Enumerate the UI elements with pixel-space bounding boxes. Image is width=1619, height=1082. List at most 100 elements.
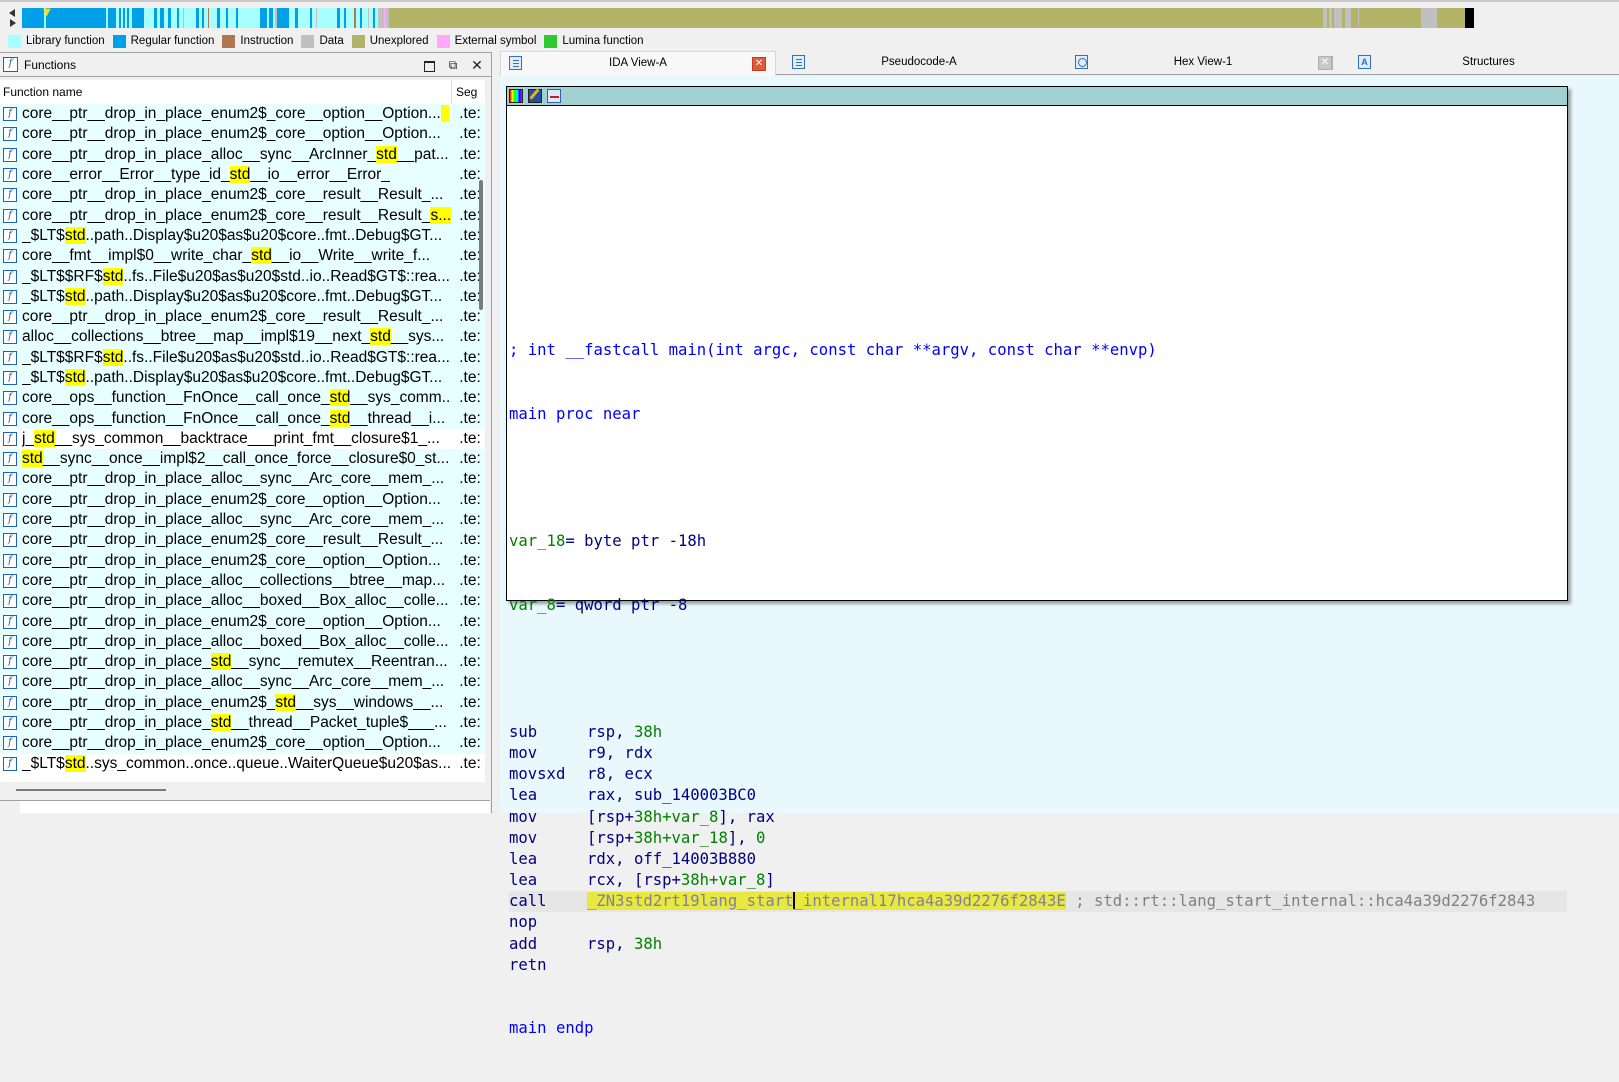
- function-row[interactable]: f core__ptr__drop_in_place_enum2$_core__r…: [0, 205, 485, 226]
- function-row[interactable]: f core__error__Error__type_id_std__io__er…: [0, 164, 485, 186]
- horizontal-scrollbar[interactable]: [16, 789, 166, 791]
- function-row[interactable]: f core__ptr__drop_in_place_enum2$_std__sy…: [0, 692, 485, 713]
- nav-segment-library[interactable]: [317, 8, 337, 28]
- nav-segment-library[interactable]: [184, 8, 196, 28]
- ida-view-graph-canvas[interactable]: ; int __fastcall main(int argc, const ch…: [500, 76, 1619, 1037]
- function-row[interactable]: f _$LT$std..path..Display$u20$as$u20$core…: [0, 286, 485, 307]
- function-row[interactable]: f core__ptr__drop_in_place_alloc__boxed__…: [0, 631, 485, 653]
- function-row[interactable]: f core__ptr__drop_in_place_enum2$_core__o…: [0, 733, 485, 754]
- function-row[interactable]: f core__ptr__drop_in_place_alloc__sync__A…: [0, 509, 485, 531]
- instruction-line[interactable]: nop: [509, 912, 1567, 933]
- nav-segment-data[interactable]: [1334, 8, 1342, 28]
- function-row[interactable]: f alloc__collections__btree__map__impl$19…: [0, 327, 485, 348]
- maximize-button[interactable]: [422, 58, 436, 72]
- function-row[interactable]: f _$LT$std..sys_common..once..queue..Wait…: [0, 753, 485, 774]
- instruction-line[interactable]: mov r9, rdx: [509, 743, 1567, 764]
- function-row[interactable]: f _$LT$std..path..Display$u20$as$u20$core…: [0, 367, 485, 389]
- vertical-scrollbar[interactable]: [479, 180, 483, 310]
- function-row[interactable]: f std__sync__once__impl$2__call_once_forc…: [0, 449, 485, 470]
- function-row[interactable]: f core__ops__function__FnOnce__call_once_…: [0, 408, 485, 429]
- nav-segment-regular[interactable]: [46, 8, 106, 28]
- function-row[interactable]: f core__ptr__drop_in_place_enum2$_core__o…: [0, 611, 485, 632]
- nav-segment-unexplored[interactable]: [389, 8, 1323, 28]
- set-node-color-icon[interactable]: [509, 89, 523, 103]
- nav-segment-unexplored[interactable]: [1437, 8, 1465, 28]
- function-row[interactable]: f core__ptr__drop_in_place_alloc__sync__A…: [0, 144, 485, 165]
- instruction-operand: rax, sub_140003BC0: [587, 786, 756, 805]
- column-header-segment[interactable]: Seg: [452, 80, 477, 104]
- function-row[interactable]: f core__ptr__drop_in_place_enum2$_core__r…: [0, 185, 485, 206]
- nav-segment-data[interactable]: [1421, 8, 1437, 28]
- instruction-line[interactable]: retn: [509, 955, 1567, 976]
- instruction-line[interactable]: sub rsp, 38h: [509, 722, 1567, 743]
- function-row[interactable]: f _$LT$$RF$std..fs..File$u20$as$u20$std..…: [0, 266, 485, 287]
- instruction-line[interactable]: lea rcx, [rsp+38h+var_8]: [509, 870, 1567, 891]
- stack-var-name[interactable]: var_8: [509, 596, 556, 614]
- close-tab-icon[interactable]: ✕: [1318, 56, 1332, 70]
- function-row[interactable]: f core__ptr__drop_in_place_std__sync__rem…: [0, 652, 485, 673]
- float-window-button[interactable]: ⧉: [446, 58, 460, 72]
- instruction-line[interactable]: movsxd r8, ecx: [509, 764, 1567, 785]
- function-row[interactable]: f core__ptr__drop_in_place_enum2$_core__r…: [0, 306, 485, 328]
- function-row[interactable]: f core__ptr__drop_in_place_enum2$_core__o…: [0, 104, 485, 125]
- function-row[interactable]: f _$LT$std..path..Display$u20$as$u20$core…: [0, 225, 485, 247]
- function-row[interactable]: f core__ptr__drop_in_place_enum2$_core__o…: [0, 489, 485, 510]
- scroll-left-arrow-icon[interactable]: [9, 9, 15, 17]
- proc-start-line[interactable]: main proc near: [509, 404, 1567, 425]
- nav-segment-library[interactable]: [209, 8, 217, 28]
- function-row[interactable]: f core__ptr__drop_in_place_alloc__collect…: [0, 570, 485, 592]
- function-row[interactable]: f core__ptr__drop_in_place_alloc__boxed__…: [0, 591, 485, 612]
- navigation-band[interactable]: [22, 8, 1619, 28]
- instruction-line[interactable]: lea rdx, off_14003B880: [509, 849, 1567, 870]
- nav-segment-unexplored[interactable]: [1359, 8, 1421, 28]
- tab-structures[interactable]: A Structures: [1350, 51, 1619, 75]
- tab-pseudocode-a[interactable]: Pseudocode-A ✕: [784, 51, 1333, 75]
- column-header-function-name[interactable]: Function name: [0, 80, 452, 103]
- proc-end-line[interactable]: main endp: [509, 1018, 1567, 1039]
- nav-segment-unexplored[interactable]: [1351, 8, 1358, 28]
- group-nodes-icon[interactable]: [547, 89, 561, 103]
- function-row[interactable]: f core__ptr__drop_in_place_alloc__sync__A…: [0, 469, 485, 490]
- tab-ida-view-a[interactable]: IDA View-A ✕: [500, 51, 776, 76]
- nav-segment-library[interactable]: [346, 8, 354, 28]
- stack-var-line[interactable]: var_18= byte ptr -18h: [509, 531, 1567, 552]
- rename-node-icon[interactable]: [528, 89, 542, 103]
- instruction-line[interactable]: add rsp, 38h: [509, 934, 1567, 955]
- search-highlight: std: [329, 389, 351, 407]
- nav-segment-regular[interactable]: [260, 8, 267, 28]
- close-tab-icon[interactable]: ✕: [752, 57, 766, 71]
- scroll-right-arrow-icon[interactable]: [10, 19, 16, 27]
- function-row[interactable]: f core__fmt__impl$0__write_char_std__io__…: [0, 246, 485, 267]
- instruction-mnemonic: call: [509, 892, 547, 911]
- current-instruction-line[interactable]: call _ZN3std2rt19lang_start_internal17hca…: [509, 891, 1567, 913]
- close-panel-button[interactable]: ✕: [470, 58, 484, 72]
- function-row[interactable]: f core__ptr__drop_in_place_enum2$_core__r…: [0, 530, 485, 551]
- nav-segment-regular[interactable]: [277, 8, 289, 28]
- function-row[interactable]: f core__ptr__drop_in_place_enum2$_core__o…: [0, 550, 485, 571]
- nav-segment-regular[interactable]: [132, 8, 144, 28]
- instruction-operand: r9, rdx: [587, 743, 653, 762]
- nav-segment-library[interactable]: [228, 8, 236, 28]
- function-row[interactable]: f j_std__sys_common__backtrace___print_fm…: [0, 428, 485, 450]
- tab-hex-view-1[interactable]: Hex View-1 ✕: [1067, 51, 1339, 75]
- function-row[interactable]: f core__ptr__drop_in_place_std__thread__P…: [0, 712, 485, 734]
- nav-segment-regular[interactable]: [108, 8, 116, 28]
- graph-node-main[interactable]: ; int __fastcall main(int argc, const ch…: [506, 86, 1568, 1037]
- call-target-symbol[interactable]: _ZN3std2rt19lang_start_internal17hca4a39…: [587, 892, 1066, 911]
- stack-var-line[interactable]: var_8= qword ptr -8: [509, 595, 1567, 616]
- nav-segment-library[interactable]: [144, 8, 154, 28]
- stack-var-name[interactable]: var_18: [509, 532, 565, 550]
- nav-segment-library[interactable]: [298, 8, 310, 28]
- function-row[interactable]: f core__ptr__drop_in_place_alloc__sync__A…: [0, 672, 485, 693]
- disassembly-listing[interactable]: ; int __fastcall main(int argc, const ch…: [509, 107, 1567, 1082]
- nav-segment-regular[interactable]: [22, 8, 44, 28]
- function-row[interactable]: f core__ptr__drop_in_place_enum2$_core__o…: [0, 124, 485, 145]
- instruction-mnemonic: retn: [509, 955, 547, 974]
- nav-segment-instruction_black[interactable]: [1465, 8, 1474, 28]
- nav-segment-library[interactable]: [238, 8, 260, 28]
- instruction-line[interactable]: mov [rsp+38h+var_18], 0: [509, 828, 1567, 849]
- function-row[interactable]: f _$LT$$RF$std..fs..File$u20$as$u20$std..…: [0, 347, 485, 368]
- instruction-line[interactable]: lea rax, sub_140003BC0: [509, 785, 1567, 806]
- function-row[interactable]: f core__ops__function__FnOnce__call_once_…: [0, 388, 485, 409]
- instruction-line[interactable]: mov [rsp+38h+var_8], rax: [509, 807, 1567, 828]
